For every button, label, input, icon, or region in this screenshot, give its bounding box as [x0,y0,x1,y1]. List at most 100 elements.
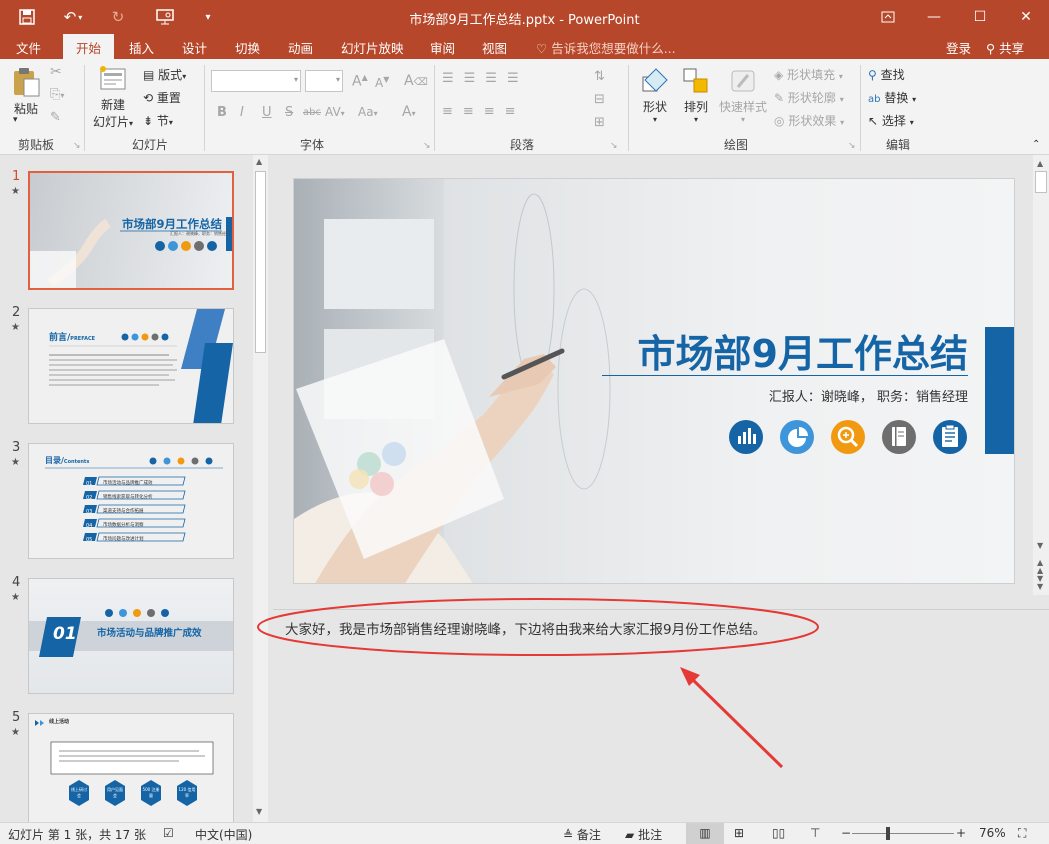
align-text-icon[interactable]: ⊟ [594,92,605,107]
align-buttons[interactable]: ≡≡≡≡ [442,104,526,119]
animation-star-icon: ★ [11,322,20,333]
replace-button[interactable]: ab 替换 ▾ [868,89,916,106]
list-buttons[interactable]: ☰☰☰☰ [442,71,529,86]
shapes-icon [642,68,668,92]
slide-thumbnail-2[interactable]: 前言/PREFACE [28,308,234,424]
bold-button[interactable]: B [217,105,227,120]
shape-fill-button[interactable]: ◈ 形状填充 ▾ [774,66,843,83]
shape-effects-button[interactable]: ◎ 形状效果 ▾ [774,112,844,129]
copy-icon[interactable]: ⎘▾ [50,87,64,102]
thumb-3-item: 渠道支持与合作拓展 [103,509,144,514]
slide-thumbnail-pane: 1 ★ 市场部9月工作总结 汇报人：谢晓峰，职务：销售经理 2 ★ 前言/PRE… [0,155,270,822]
smartart-icon[interactable]: ⊞ [594,115,605,130]
slide-canvas[interactable]: 市场部9月工作总结 汇报人：谢晓峰， 职务：销售经理 [293,178,1015,584]
slide-thumbnail-4[interactable]: 01 市场活动与品牌推广成效 [28,578,234,694]
reading-view-icon[interactable]: ▯▯ [772,826,785,840]
comments-button[interactable]: ▰ 批注 [625,826,662,843]
tab-insert[interactable]: 插入 [129,38,154,57]
slide-thumbnail-1[interactable]: 市场部9月工作总结 汇报人：谢晓峰，职务：销售经理 [28,171,234,290]
font-family-select[interactable]: ▾ [211,70,301,92]
thumb-3-num: 03 [86,509,93,515]
font-color-label: A [402,104,412,120]
find-button[interactable]: ⚲ 查找 [868,66,905,83]
zoom-in-button[interactable]: + [956,826,966,840]
quick-styles-button[interactable]: 快速样式 ▾ [717,67,769,124]
language-indicator[interactable]: 中文(中国) [195,826,252,843]
char-spacing-button[interactable]: AV▾ [325,105,345,119]
shrink-font-button[interactable]: A▼ [375,75,389,90]
scroll-thumb[interactable] [255,171,266,353]
shapes-button[interactable]: 形状 ▾ [636,67,674,124]
section-button[interactable]: ⇟ 节▾ [143,112,173,129]
strikethrough-button[interactable]: abc [303,107,321,118]
share-button[interactable]: ⚲ 共享 [986,38,1024,57]
tab-home[interactable]: 开始 [63,34,115,59]
arrange-icon [683,68,708,93]
scroll-up-icon[interactable]: ▲ [256,157,262,166]
main-scrollbar[interactable]: ▲ ▼ ▲ ▲ ▼ ▼ [1033,155,1049,595]
grow-font-button[interactable]: A▲ [352,73,368,90]
thumbnail-scrollbar[interactable]: ▲ ▼ [253,155,268,822]
pie-chart-icon [780,420,814,454]
font-size-select[interactable]: ▾ [305,70,343,92]
zoom-slider-thumb[interactable] [886,827,890,840]
zoom-slider-track[interactable] [852,833,954,834]
ribbon-tabs: 文件 开始 插入 设计 切换 动画 幻灯片放映 审阅 视图 ♡ 告诉我您想要做什… [0,34,1049,59]
shadow-button[interactable]: S [285,105,293,120]
arrange-button[interactable]: 排列 ▾ [680,67,712,124]
tab-review[interactable]: 审阅 [430,38,455,57]
collapse-ribbon-icon[interactable]: ⌃ [1032,139,1040,150]
paste-button[interactable]: 粘贴 [10,65,42,117]
tab-file[interactable]: 文件 [16,38,41,57]
format-painter-icon[interactable]: ✎ [50,110,61,125]
text-direction-icon[interactable]: ⇅ [594,69,605,84]
normal-view-icon[interactable]: ▥ [686,823,724,844]
tell-me-box[interactable]: ♡ 告诉我您想要做什么... [536,38,676,57]
clear-format-button[interactable]: A⌫ [404,73,428,89]
slide-thumbnail-3[interactable]: 目录/Contents 01 02 03 04 05 市场活动与品牌推广成效 销售线索获取… [28,443,234,559]
change-case-button[interactable]: Aa▾ [358,105,378,119]
tab-transitions[interactable]: 切换 [235,38,260,57]
minimize-icon[interactable]: — [914,4,954,30]
new-slide-button[interactable]: 新建 幻灯片▾ [92,65,134,130]
tab-design[interactable]: 设计 [182,38,207,57]
scroll-down-icon[interactable]: ▼ [256,807,262,816]
scroll-down-icon[interactable]: ▼ [1037,541,1043,550]
zoom-level[interactable]: 76% [979,826,1006,840]
cut-icon[interactable]: ✂ [50,64,62,80]
slide-number: 3 [12,440,21,455]
slideshow-view-icon[interactable]: ⊤ [810,826,820,840]
thumb-5-hex: 线上研讨会 [71,787,87,798]
ribbon-display-options-icon[interactable] [868,4,908,30]
layout-icon: ▤ [143,68,155,82]
previous-slide-icon[interactable]: ▲ ▲ [1037,559,1043,575]
slide-subtitle[interactable]: 汇报人：谢晓峰， 职务：销售经理 [769,386,968,405]
underline-button[interactable]: U [262,105,272,120]
maximize-icon[interactable]: ☐ [960,4,1000,30]
tab-view[interactable]: 视图 [482,38,507,57]
fit-slide-icon[interactable]: ⛶ [1018,826,1026,841]
tab-animations[interactable]: 动画 [288,38,313,57]
shape-outline-button[interactable]: ✎ 形状轮廓 ▾ [774,89,844,106]
slide-thumbnail-5[interactable]: 线上活动 线上研讨会 用户见面会 500 注册量 120 信用率 [28,713,234,822]
scroll-thumb[interactable] [1035,171,1047,193]
notes-text[interactable]: 大家好，我是市场部销售经理谢晓峰，下边将由我来给大家汇报9月份工作总结。 [285,618,766,638]
layout-button[interactable]: ▤ 版式▾ [143,66,186,83]
spell-check-icon[interactable]: ☑ [163,826,174,840]
tab-slideshow[interactable]: 幻灯片放映 [341,38,404,57]
italic-button[interactable]: I [240,105,244,120]
notes-toggle-button[interactable]: ≜ 备注 [563,826,601,843]
font-color-button[interactable]: A▾ [402,104,416,120]
close-icon[interactable]: ✕ [1006,4,1046,30]
slide-sorter-view-icon[interactable]: ⊞ [734,826,744,840]
sign-in-link[interactable]: 登录 [946,38,971,57]
next-slide-icon[interactable]: ▼ ▼ [1037,575,1043,591]
shape-fill-label: 形状填充 [787,68,836,82]
notes-pane[interactable] [273,609,1049,822]
select-button[interactable]: ↖ 选择 ▾ [868,112,914,129]
quick-styles-icon [731,70,755,92]
reset-button[interactable]: ⟲ 重置 [143,89,181,106]
zoom-out-button[interactable]: − [841,826,851,840]
slide-title[interactable]: 市场部9月工作总结 [638,323,968,378]
scroll-up-icon[interactable]: ▲ [1037,159,1043,168]
